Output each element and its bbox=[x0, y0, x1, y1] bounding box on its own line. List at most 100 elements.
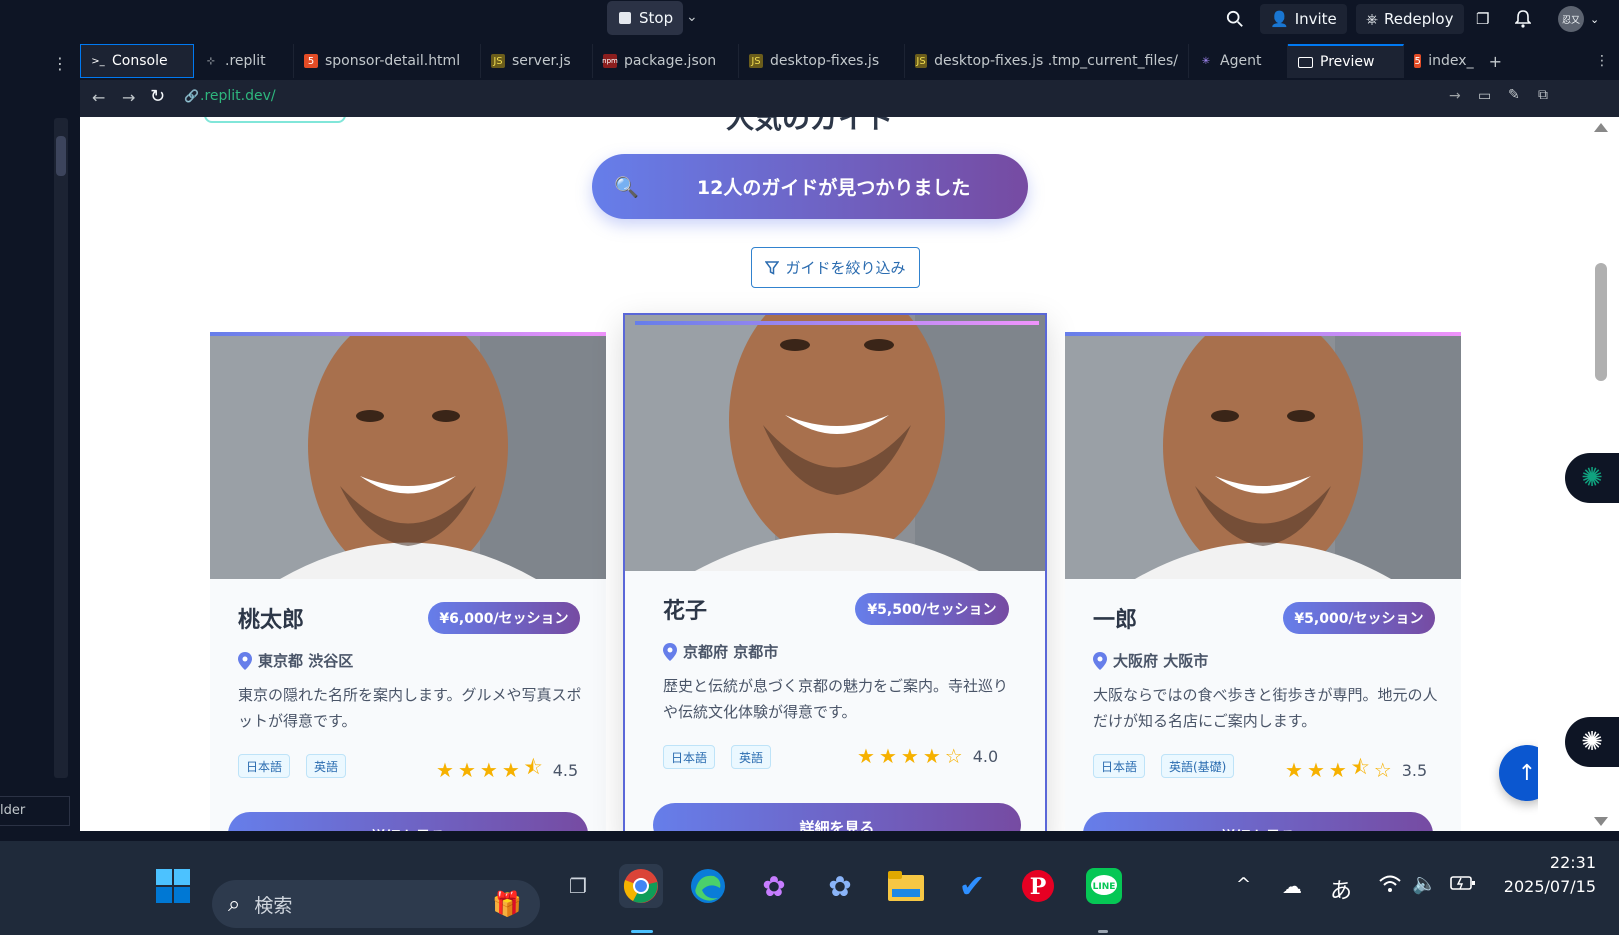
html-icon: 5 bbox=[304, 54, 318, 68]
openai-extension-icon[interactable]: ✺ bbox=[1565, 717, 1619, 767]
devices-icon[interactable]: ▭ bbox=[1478, 88, 1491, 104]
detail-button[interactable]: 詳細を見る bbox=[1083, 812, 1433, 831]
search-placeholder: 検索 bbox=[254, 894, 293, 917]
tab-package-json[interactable]: npm package.json bbox=[593, 44, 739, 78]
html-icon: 5 bbox=[1414, 54, 1422, 68]
forward-icon[interactable]: → bbox=[122, 88, 135, 107]
ime-indicator[interactable]: あ bbox=[1330, 873, 1352, 905]
star-icon: ★ bbox=[479, 758, 498, 782]
guide-location: 大阪府 大阪市 bbox=[1093, 650, 1208, 671]
link-icon: 🔗 bbox=[184, 89, 199, 103]
stop-button[interactable]: Stop bbox=[607, 1, 683, 35]
star-icon: ★ bbox=[1306, 758, 1325, 782]
detail-button[interactable]: 詳細を見る bbox=[653, 803, 1021, 831]
language-tag: 英語 bbox=[731, 745, 772, 769]
show-hidden-icons-chevron-icon[interactable]: ^ bbox=[1236, 874, 1251, 895]
search-icon: ⌕ bbox=[228, 891, 241, 917]
js-icon: JS bbox=[915, 54, 928, 68]
star-icon: ★ bbox=[1285, 758, 1303, 782]
location-pin-icon bbox=[238, 651, 252, 670]
language-tag: 日本語 bbox=[238, 754, 291, 778]
folder-label[interactable]: lder bbox=[0, 796, 70, 826]
edge-icon[interactable] bbox=[686, 864, 730, 908]
tab-replit[interactable]: ⊹ .replit bbox=[194, 44, 294, 78]
chip-outline[interactable] bbox=[204, 117, 346, 123]
scroll-up-arrow-icon[interactable] bbox=[1594, 123, 1608, 132]
guide-description: 東京の隠れた名所を案内します。グルメや写真スポットが得意です。 bbox=[238, 686, 582, 730]
url-field[interactable]: .replit.dev/ bbox=[200, 88, 276, 104]
tab-label: index_ bbox=[1428, 53, 1474, 69]
volume-icon[interactable]: 🔈 bbox=[1412, 871, 1437, 895]
reload-icon[interactable]: ↻ bbox=[150, 86, 165, 107]
pinterest-icon[interactable]: P bbox=[1016, 864, 1060, 908]
file-explorer-icon[interactable] bbox=[884, 864, 928, 908]
tab-label: server.js bbox=[512, 53, 571, 69]
windows-taskbar: ⌕ 検索 🎁 ❐ ✿ ✿ ✔ P LINE ^ ☁ あ 🔈 22:31 2025… bbox=[0, 841, 1619, 935]
wifi-icon[interactable] bbox=[1378, 874, 1402, 899]
add-tab-icon[interactable]: + bbox=[1489, 52, 1502, 71]
avatar[interactable]: 忍又 ⌄ bbox=[1558, 4, 1599, 34]
system-clock[interactable]: 22:31 2025/07/15 bbox=[1500, 851, 1596, 899]
search-icon: 🔍 bbox=[614, 174, 639, 199]
tab-label: .replit bbox=[225, 53, 266, 69]
external-link-icon[interactable]: ⧉ bbox=[1538, 87, 1548, 103]
invite-label: Invite bbox=[1294, 10, 1337, 28]
guide-name: 一郎 bbox=[1093, 608, 1138, 633]
notifications-panel-icon[interactable]: ❐ bbox=[1476, 4, 1489, 34]
tab-preview[interactable]: Preview bbox=[1288, 44, 1404, 78]
star-half-icon: ⯪ bbox=[1350, 755, 1370, 779]
guide-location: 東京都 渋谷区 bbox=[238, 650, 353, 671]
filter-button[interactable]: ガイドを絞り込み bbox=[751, 247, 920, 288]
guide-card[interactable]: 桃太郎 ¥6,000/セッション 東京都 渋谷区 東京の隠れた名所を案内します。… bbox=[210, 332, 606, 831]
scroll-to-top-button[interactable]: ↑ bbox=[1499, 745, 1538, 801]
tab-console[interactable]: >_ Console bbox=[80, 44, 194, 78]
guide-card-hovered[interactable]: 花子 ¥5,500/セッション 京都府 京都市 歴史と伝統が息づく京都の魅力をご… bbox=[623, 313, 1047, 831]
redeploy-button[interactable]: ⎈ Redeploy bbox=[1356, 4, 1464, 34]
more-vertical-icon[interactable]: ⋮ bbox=[1585, 44, 1619, 78]
chrome-icon[interactable] bbox=[619, 864, 663, 908]
preview-scrollbar-area: ✺ ✺ bbox=[1538, 117, 1619, 831]
battery-icon[interactable] bbox=[1450, 874, 1476, 897]
scrollbar[interactable] bbox=[54, 118, 68, 778]
search-icon[interactable] bbox=[1226, 4, 1244, 34]
language-tag: 英語(基礎) bbox=[1161, 754, 1235, 778]
redeploy-label: Redeploy bbox=[1384, 10, 1454, 28]
todo-icon[interactable]: ✔ bbox=[950, 864, 994, 908]
task-view-icon[interactable]: ❐ bbox=[556, 864, 600, 908]
chevron-down-icon[interactable]: ⌄ bbox=[686, 9, 698, 25]
detail-button[interactable]: 詳細を見る bbox=[228, 812, 588, 831]
copilot-icon[interactable]: ✿ bbox=[752, 864, 796, 908]
invite-button[interactable]: 👤 Invite bbox=[1260, 4, 1347, 34]
tab-server-js[interactable]: JS server.js bbox=[481, 44, 593, 78]
scroll-down-arrow-icon[interactable] bbox=[1594, 817, 1608, 826]
open-arrow-icon[interactable]: → bbox=[1449, 88, 1461, 104]
back-icon[interactable]: ← bbox=[92, 88, 105, 107]
language-tag: 日本語 bbox=[1093, 754, 1146, 778]
taskbar-search[interactable]: ⌕ 検索 🎁 bbox=[212, 880, 540, 928]
rating-stars: ★ ★ ★ ⯪ ☆ 3.5 bbox=[1285, 753, 1427, 787]
tab-label: desktop-fixes.js bbox=[770, 53, 880, 69]
chatgpt-extension-icon[interactable]: ✺ bbox=[1565, 453, 1619, 503]
guide-name: 花子 bbox=[663, 599, 708, 624]
avatar-text: 忍又 bbox=[1558, 6, 1584, 32]
location-pin-icon bbox=[1093, 651, 1107, 670]
guide-photo bbox=[625, 315, 1045, 571]
m365-copilot-icon[interactable]: ✿ bbox=[818, 864, 862, 908]
onedrive-cloud-icon[interactable]: ☁ bbox=[1282, 874, 1302, 898]
windows-start-icon[interactable] bbox=[151, 864, 195, 908]
scrollbar-thumb[interactable] bbox=[1595, 263, 1607, 381]
results-text: 12人のガイドが見つかりました bbox=[696, 177, 971, 199]
scrollbar-thumb[interactable] bbox=[56, 136, 66, 176]
more-vertical-icon[interactable]: ⋮ bbox=[52, 54, 68, 73]
language-tag: 日本語 bbox=[663, 745, 716, 769]
tab-desktop-fixes-tmp[interactable]: JS desktop-fixes.js .tmp_current_files/ bbox=[905, 44, 1189, 78]
guide-card[interactable]: 一郎 ¥5,000/セッション 大阪府 大阪市 大阪ならではの食べ歩きと街歩きが… bbox=[1065, 332, 1461, 831]
tab-agent[interactable]: ✳ Agent bbox=[1189, 44, 1288, 78]
wrench-icon[interactable]: ✎ bbox=[1508, 87, 1520, 103]
tab-desktop-fixes[interactable]: JS desktop-fixes.js bbox=[739, 44, 905, 78]
tab-sponsor-detail[interactable]: 5 sponsor-detail.html bbox=[294, 44, 481, 78]
deploy-icon: ⎈ bbox=[1366, 10, 1379, 28]
bell-icon[interactable] bbox=[1515, 4, 1531, 34]
tab-index[interactable]: 5 index_ + bbox=[1404, 44, 1512, 78]
line-icon[interactable]: LINE bbox=[1082, 864, 1126, 908]
